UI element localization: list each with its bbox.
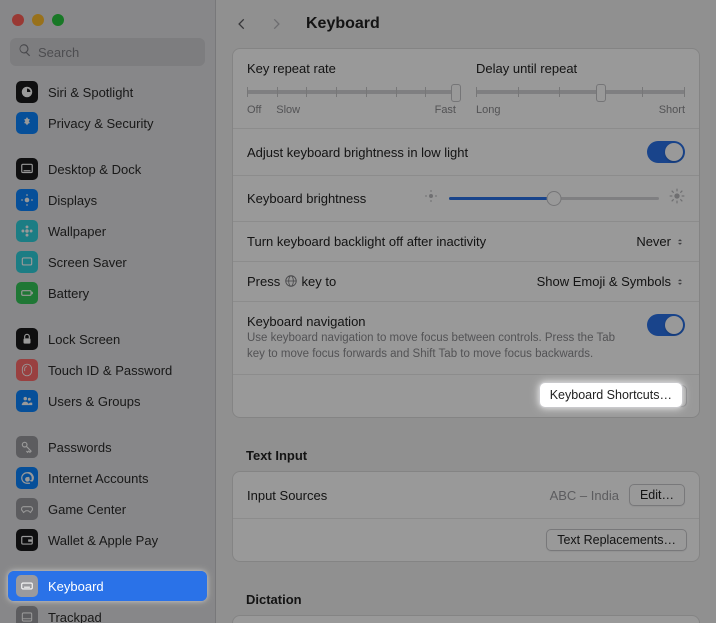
text-replacements-button[interactable]: Text Replacements… xyxy=(546,529,687,551)
sun-icon xyxy=(16,189,38,211)
wallet-icon xyxy=(16,529,38,551)
sidebar-item-desktop-dock[interactable]: Desktop & Dock xyxy=(8,154,207,184)
key-repeat-slider-group: Key repeat rate Off Slow Fast xyxy=(247,61,456,116)
caption-long: Long xyxy=(476,104,500,116)
input-sources-label: Input Sources xyxy=(247,488,327,503)
sidebar-item-touch-id-password[interactable]: Touch ID & Password xyxy=(8,355,207,385)
backlight-off-label: Turn keyboard backlight off after inacti… xyxy=(247,234,486,249)
dictation-card: Use Dictation wherever you can type text… xyxy=(232,615,700,623)
sidebar-item-lock-screen[interactable]: Lock Screen xyxy=(8,324,207,354)
topbar: Keyboard xyxy=(216,0,716,48)
sidebar-item-game-center[interactable]: Game Center xyxy=(8,494,207,524)
sidebar-item-label: Trackpad xyxy=(48,610,102,623)
brightness-low-icon xyxy=(423,188,439,209)
minimize-window-button[interactable] xyxy=(32,14,44,26)
text-input-header: Text Input xyxy=(232,436,700,471)
back-button[interactable] xyxy=(232,14,252,34)
finger-icon xyxy=(16,359,38,381)
caption-slow: Slow xyxy=(276,104,300,116)
sidebar-item-label: Users & Groups xyxy=(48,394,140,409)
sidebar: Siri & Spotlight Privacy & Security Deskto… xyxy=(0,0,216,623)
game-icon xyxy=(16,498,38,520)
forward-button[interactable] xyxy=(266,14,286,34)
at-icon xyxy=(16,467,38,489)
delay-label: Delay until repeat xyxy=(476,61,685,76)
page-title: Keyboard xyxy=(306,15,380,33)
sidebar-item-displays[interactable]: Displays xyxy=(8,185,207,215)
dock-icon xyxy=(16,158,38,180)
spot-icon xyxy=(16,81,38,103)
text-input-card: Input Sources ABC – India Edit… Text Rep… xyxy=(232,471,700,562)
keyboard-nav-label: Keyboard navigation xyxy=(247,314,635,329)
close-window-button[interactable] xyxy=(12,14,24,26)
backlight-off-dropdown[interactable]: Never xyxy=(636,234,685,249)
hand-icon xyxy=(16,112,38,134)
sidebar-item-label: Wallet & Apple Pay xyxy=(48,533,158,548)
delay-slider[interactable] xyxy=(476,90,685,94)
brightness-high-icon xyxy=(669,188,685,209)
sidebar-nav: Siri & Spotlight Privacy & Security Deskto… xyxy=(0,76,215,623)
keyboard-brightness-slider[interactable] xyxy=(449,197,659,200)
sidebar-item-label: Lock Screen xyxy=(48,332,120,347)
press-globe-dropdown[interactable]: Show Emoji & Symbols xyxy=(537,274,685,289)
keyboard-settings-card: Key repeat rate Off Slow Fast Delay unti… xyxy=(232,48,700,418)
sidebar-item-users-groups[interactable]: Users & Groups xyxy=(8,386,207,416)
sidebar-item-label: Wallpaper xyxy=(48,224,106,239)
lock-icon xyxy=(16,328,38,350)
keyboard-shortcuts-button-highlight[interactable]: Keyboard Shortcuts… xyxy=(539,382,683,408)
caption-fast: Fast xyxy=(435,104,456,116)
search-icon xyxy=(18,43,38,62)
delay-slider-group: Delay until repeat Long Short xyxy=(476,61,685,116)
sidebar-item-screen-saver[interactable]: Screen Saver xyxy=(8,247,207,277)
sidebar-item-label: Game Center xyxy=(48,502,126,517)
sidebar-item-wallpaper[interactable]: Wallpaper xyxy=(8,216,207,246)
caption-short: Short xyxy=(659,104,685,116)
caption-off: Off xyxy=(247,104,261,116)
sidebar-item-internet-accounts[interactable]: Internet Accounts xyxy=(8,463,207,493)
window-controls xyxy=(0,0,215,32)
tpad-icon xyxy=(16,606,38,623)
sidebar-item-label: Screen Saver xyxy=(48,255,127,270)
adjust-brightness-toggle[interactable] xyxy=(647,141,685,163)
key-repeat-label: Key repeat rate xyxy=(247,61,456,76)
sidebar-item-keyboard-highlight[interactable]: Keyboard xyxy=(8,571,207,601)
flower-icon xyxy=(16,220,38,242)
key-icon xyxy=(16,436,38,458)
sidebar-item-passwords[interactable]: Passwords xyxy=(8,432,207,462)
sidebar-item-label: Siri & Spotlight xyxy=(48,85,133,100)
sidebar-item-siri-spotlight[interactable]: Siri & Spotlight xyxy=(8,77,207,107)
press-globe-label: Press key to xyxy=(247,274,336,289)
adjust-brightness-label: Adjust keyboard brightness in low light xyxy=(247,145,468,160)
edit-input-sources-button[interactable]: Edit… xyxy=(629,484,685,506)
users-icon xyxy=(16,390,38,412)
key-repeat-slider[interactable] xyxy=(247,90,456,94)
zoom-window-button[interactable] xyxy=(52,14,64,26)
sidebar-item-label: Privacy & Security xyxy=(48,116,153,131)
batt-icon xyxy=(16,282,38,304)
dictation-header: Dictation xyxy=(232,580,700,615)
sidebar-item-label: Displays xyxy=(48,193,97,208)
sidebar-item-battery[interactable]: Battery xyxy=(8,278,207,308)
sidebar-item-trackpad[interactable]: Trackpad xyxy=(8,602,207,623)
globe-icon xyxy=(284,274,298,289)
updown-icon xyxy=(675,277,685,287)
search-input[interactable] xyxy=(38,45,197,60)
main-pane: Keyboard Key repeat rate Off Slow xyxy=(216,0,716,623)
sidebar-item-label: Passwords xyxy=(48,440,112,455)
sidebar-item-label: Internet Accounts xyxy=(48,471,148,486)
sidebar-item-label: Battery xyxy=(48,286,89,301)
updown-icon xyxy=(675,237,685,247)
keyboard-nav-toggle[interactable] xyxy=(647,314,685,336)
sidebar-item-label: Desktop & Dock xyxy=(48,162,141,177)
search-field[interactable] xyxy=(10,38,205,66)
sidebar-item-label: Touch ID & Password xyxy=(48,363,172,378)
keyboard-nav-help: Use keyboard navigation to move focus be… xyxy=(247,331,635,362)
sidebar-item-privacy-security[interactable]: Privacy & Security xyxy=(8,108,207,138)
keyboard-brightness-label: Keyboard brightness xyxy=(247,191,366,206)
input-sources-value: ABC – India xyxy=(550,488,619,503)
ssaver-icon xyxy=(16,251,38,273)
sidebar-item-wallet-apple-pay[interactable]: Wallet & Apple Pay xyxy=(8,525,207,555)
